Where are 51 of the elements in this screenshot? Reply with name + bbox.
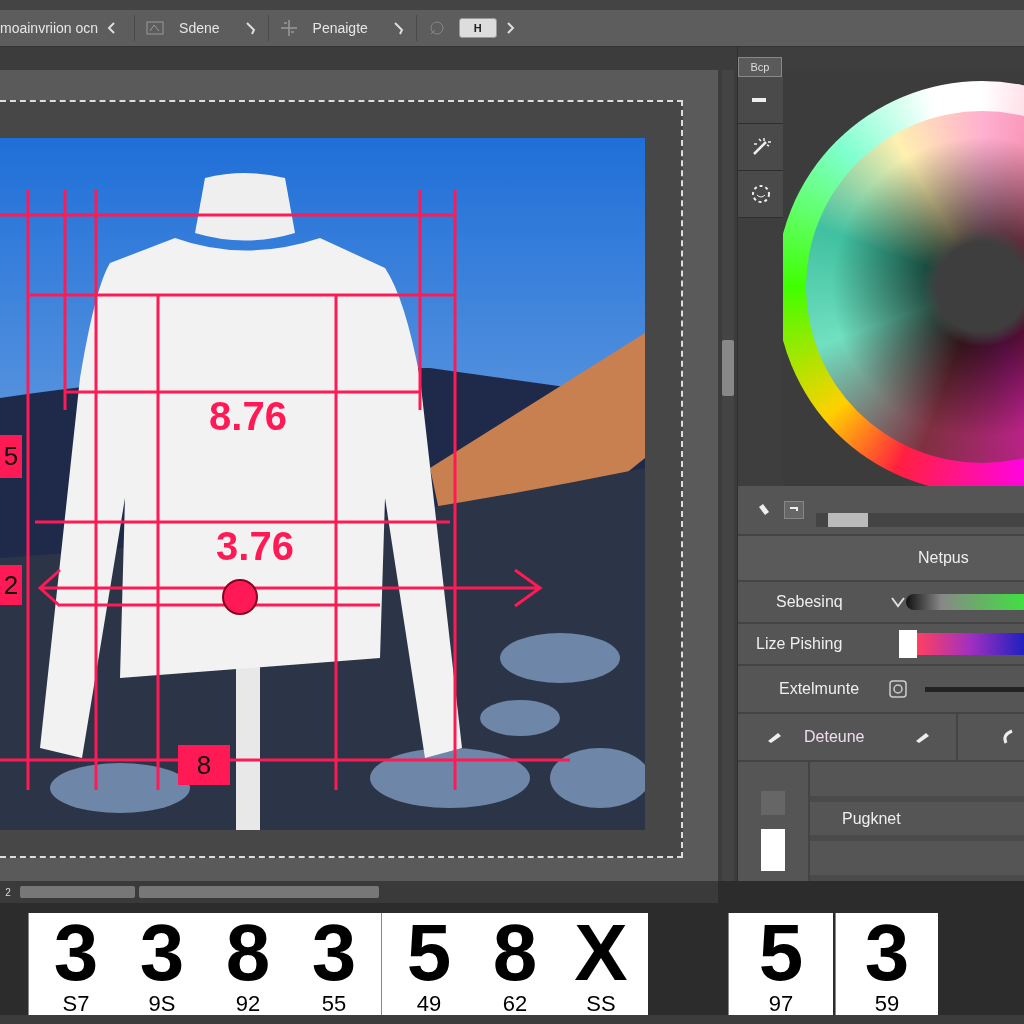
panel-title: Netpus [918,549,969,567]
preset-label[interactable]: moainvriion ocn [0,20,99,36]
property-label: Sebesinq [776,593,844,611]
marker-dot [222,579,258,615]
size-caption: 55 [321,993,347,1015]
slider-track[interactable] [925,686,1024,692]
measurement-tag: 2 [0,565,22,605]
size-digit: 3 [139,913,185,993]
scrollbar-thumb[interactable] [139,886,379,898]
caret-icon[interactable] [504,20,515,36]
property-label: Lize Pishing [756,635,844,653]
size-caption: 49 [416,993,442,1015]
size-digit: 8 [225,913,271,993]
panel-button[interactable]: Bcp [738,57,782,77]
layer-thumbnail[interactable] [761,829,785,871]
layer-name[interactable]: Pugknet [842,809,901,828]
size-digit: 3 [53,913,99,993]
key-button[interactable]: H [458,18,497,38]
size-digit: 5 [406,913,452,993]
size-caption: 97 [768,993,794,1015]
size-caption: 62 [502,993,528,1015]
chevron-down-icon[interactable] [890,596,906,608]
measurement-value: 3.76 [216,524,294,569]
size-digit: 8 [492,913,538,993]
size-digit: 5 [758,913,804,993]
slider-thumb[interactable] [828,513,868,527]
brush-icon[interactable] [391,20,406,36]
size-caption: S7 [62,993,90,1015]
caret-icon[interactable] [106,20,117,36]
size-digit: X [574,913,628,993]
size-caption: 59 [874,993,900,1015]
page-number: 2 [4,886,12,898]
lasso-icon[interactable] [749,183,772,205]
measurement-value: 8.76 [209,394,287,439]
tool-label[interactable]: Sdene [179,20,220,36]
size-caption: SS [586,993,616,1015]
size-digit: 3 [311,913,357,993]
size-digit: 3 [864,913,910,993]
scrollbar-thumb[interactable] [721,340,734,396]
eraser-icon[interactable] [756,502,772,518]
camera-icon[interactable] [889,680,907,698]
action-label[interactable]: Deteune [804,728,914,746]
measurement-tag: 8 [178,745,230,785]
property-label: Extelmunte [779,680,861,698]
scrollbar-thumb[interactable] [20,886,135,898]
size-caption: 9S [148,993,176,1015]
brush-icon[interactable] [243,20,258,36]
measurement-tag: 5 [0,435,22,478]
color-swatch[interactable] [899,630,917,658]
tool-label[interactable]: Penaigte [312,20,368,36]
size-caption: 92 [235,993,261,1015]
